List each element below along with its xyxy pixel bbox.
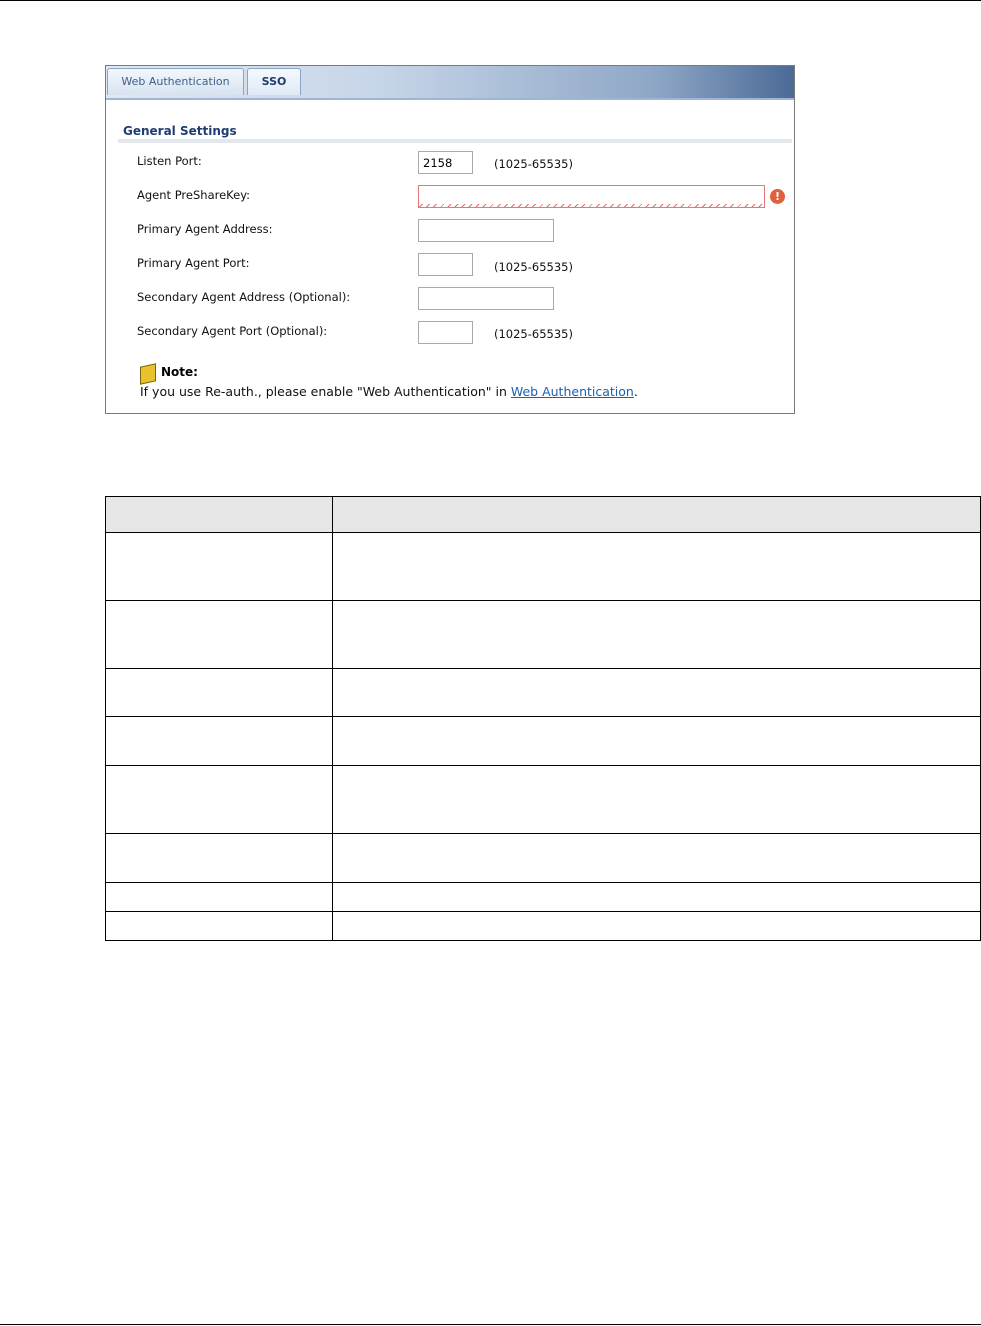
table-row <box>105 833 981 883</box>
table-cell <box>332 600 981 669</box>
note-title: Note: <box>161 365 198 379</box>
tab-bar: Web Authentication SSO <box>106 66 794 100</box>
note-text-after: . <box>633 384 638 399</box>
agent-presharekey-label: Agent PreShareKey: <box>137 188 251 202</box>
secondary-agent-port-input[interactable] <box>418 321 473 344</box>
table-cell <box>332 765 981 834</box>
secondary-agent-address-label: Secondary Agent Address (Optional): <box>137 290 351 304</box>
primary-agent-address-input[interactable] <box>418 219 554 242</box>
table-header-cell <box>332 496 981 533</box>
table-cell <box>105 716 333 766</box>
exclamation-circle-icon: ! <box>770 189 785 204</box>
table-row <box>105 765 981 834</box>
table-cell <box>332 668 981 717</box>
top-rule <box>0 0 981 1</box>
table-row <box>105 882 981 912</box>
table-cell <box>332 532 981 601</box>
note-icon <box>140 363 156 385</box>
table-row <box>105 911 981 941</box>
secondary-agent-port-range: (1025-65535) <box>494 327 573 341</box>
table-cell <box>332 833 981 883</box>
section-divider <box>118 139 792 143</box>
table-cell <box>105 765 333 834</box>
table-cell <box>105 911 333 941</box>
table-header-cell <box>105 496 333 533</box>
table-cell <box>332 716 981 766</box>
tab-web-authentication[interactable]: Web Authentication <box>107 68 244 95</box>
table-header-row <box>105 496 981 533</box>
secondary-agent-port-label: Secondary Agent Port (Optional): <box>137 324 328 338</box>
agent-presharekey-input[interactable] <box>418 185 765 208</box>
note-text: If you use Re-auth., please enable "Web … <box>140 384 638 399</box>
table-row <box>105 716 981 766</box>
listen-port-range: (1025-65535) <box>494 157 573 171</box>
sso-settings-panel: Web Authentication SSO General Settings … <box>105 65 795 414</box>
table-cell <box>332 882 981 912</box>
table-cell <box>105 882 333 912</box>
table-cell <box>332 911 981 941</box>
listen-port-label: Listen Port: <box>137 154 202 168</box>
note-text-before: If you use Re-auth., please enable "Web … <box>140 384 511 399</box>
primary-agent-address-label: Primary Agent Address: <box>137 222 273 236</box>
table-cell <box>105 668 333 717</box>
table-row <box>105 532 981 601</box>
table-cell <box>105 532 333 601</box>
tab-sso[interactable]: SSO <box>247 68 301 95</box>
web-authentication-link[interactable]: Web Authentication <box>511 384 634 399</box>
field-description-table <box>105 496 981 941</box>
section-title: General Settings <box>123 124 237 138</box>
table-row <box>105 600 981 669</box>
primary-agent-port-range: (1025-65535) <box>494 260 573 274</box>
secondary-agent-address-input[interactable] <box>418 287 554 310</box>
listen-port-input[interactable] <box>418 151 473 174</box>
primary-agent-port-input[interactable] <box>418 253 473 276</box>
primary-agent-port-label: Primary Agent Port: <box>137 256 250 270</box>
table-cell <box>105 600 333 669</box>
table-row <box>105 668 981 717</box>
bottom-rule <box>0 1324 981 1325</box>
table-cell <box>105 833 333 883</box>
